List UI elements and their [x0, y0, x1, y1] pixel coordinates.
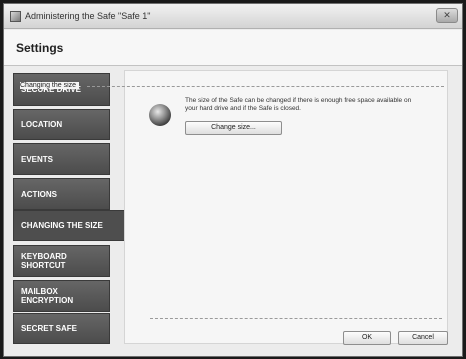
window-title: Administering the Safe "Safe 1" — [25, 11, 151, 21]
nav-item-location[interactable]: Location — [13, 109, 110, 140]
close-button[interactable]: ✕ — [436, 8, 458, 23]
ok-button[interactable]: OK — [343, 331, 391, 345]
change-size-button[interactable]: Change size... — [185, 121, 282, 135]
app-icon — [10, 11, 21, 22]
group-label: Changing the size — [20, 82, 80, 89]
nav-item-changing-the-size[interactable]: Changing the size — [13, 210, 124, 241]
title-bar: Administering the Safe "Safe 1" ✕ — [4, 4, 462, 29]
sphere-icon — [149, 104, 171, 126]
footer-divider — [150, 318, 442, 319]
nav-item-mailbox-encryption[interactable]: Mailbox encryption — [13, 280, 110, 312]
nav-item-secure-drive[interactable]: Secure drive — [13, 73, 110, 106]
nav-item-secret-safe[interactable]: Secret Safe — [13, 313, 110, 344]
nav-item-actions[interactable]: Actions — [13, 178, 110, 210]
nav-item-keyboard-shortcut[interactable]: Keyboard shortcut — [13, 245, 110, 277]
page-title: Settings — [16, 41, 64, 55]
size-description: The size of the Safe can be changed if t… — [185, 97, 412, 112]
cancel-button[interactable]: Cancel — [398, 331, 448, 345]
header: Settings — [4, 30, 462, 66]
group-divider — [87, 86, 444, 87]
nav-item-events[interactable]: Events — [13, 143, 110, 175]
